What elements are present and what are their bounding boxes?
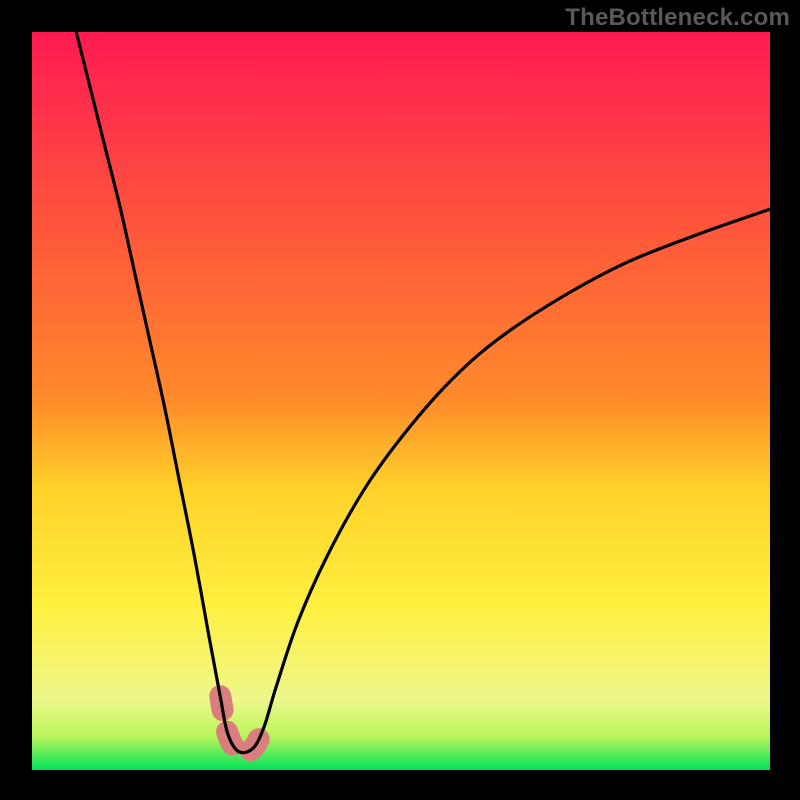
watermark-text: TheBottleneck.com <box>565 4 790 32</box>
bottleneck-chart <box>0 0 800 800</box>
plot-background <box>32 32 770 770</box>
chart-frame: TheBottleneck.com <box>0 0 800 800</box>
